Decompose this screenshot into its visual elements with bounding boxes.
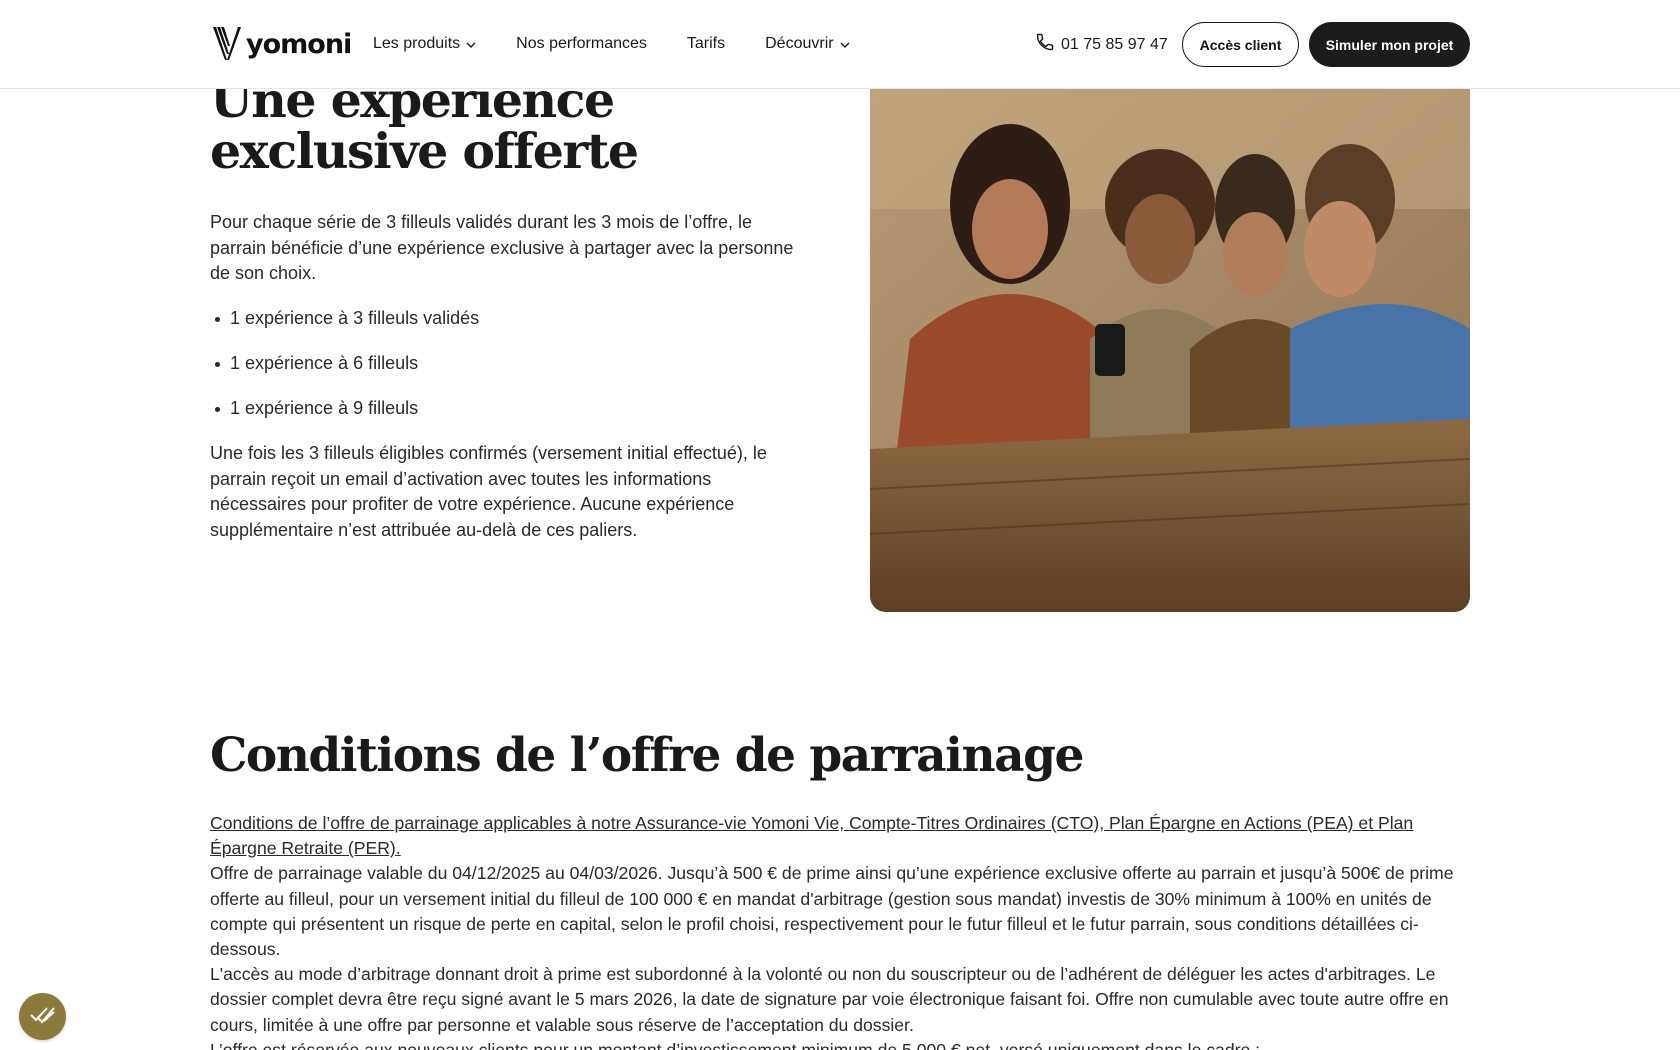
nav-label: Découvrir [765,35,834,52]
conditions-paragraph-2: L'accès au mode d’arbitrage donnant droi… [210,964,1449,1035]
conditions-title: Conditions de l’offre de parrainage [210,728,1084,783]
cookie-consent-button[interactable] [19,993,66,1040]
nav-nos-performances[interactable]: Nos performances [516,35,647,53]
nav-les-produits[interactable]: Les produits [373,35,476,53]
nav-label: Nos performances [516,35,647,52]
experience-photo [870,89,1470,612]
main-nav: Les produits Nos performances Tarifs Déc… [373,0,890,88]
logo-text: yomoni [246,28,352,60]
chevron-down-icon [840,39,850,51]
experience-title: Une expérience exclusive offerte [210,71,639,180]
list-item: 1 expérience à 9 filleuls [215,396,800,421]
phone-icon [1035,32,1055,57]
people-looking-at-phone-image [870,89,1470,612]
experience-list: 1 expérience à 3 filleuls validés 1 expé… [215,306,800,441]
simulate-project-button[interactable]: Simuler mon projet [1309,22,1470,67]
list-item: 1 expérience à 6 filleuls [215,351,800,376]
yomoni-logo[interactable]: yomoni [212,26,352,62]
nav-decouvrir[interactable]: Découvrir [765,35,850,53]
nav-label: Tarifs [686,35,726,52]
list-item: 1 expérience à 3 filleuls validés [215,306,800,331]
phone-link[interactable]: 01 75 85 97 47 [1035,32,1168,57]
cookie-consent-icon [29,1004,56,1029]
nav-tarifs[interactable]: Tarifs [687,35,725,53]
client-access-button[interactable]: Accès client [1182,22,1299,67]
yomoni-logo-mark-icon [213,27,241,60]
conditions-paragraph-1: Offre de parrainage valable du 04/12/202… [210,863,1454,960]
conditions-paragraph-3: L’offre est réservée aux nouveaux client… [210,1039,1261,1050]
chevron-down-icon [466,39,476,51]
nav-label: Les produits [373,35,461,52]
phone-number: 01 75 85 97 47 [1061,35,1168,53]
conditions-text: Conditions de l’offre de parrainage appl… [210,811,1472,1050]
experience-outro: Une fois les 3 filleuls éligibles confir… [210,443,767,540]
site-header: yomoni Les produits Nos performances Tar… [0,0,1680,89]
conditions-link[interactable]: Conditions de l’offre de parrainage appl… [210,811,1472,861]
experience-intro: Pour chaque série de 3 filleuls validés … [210,212,794,283]
